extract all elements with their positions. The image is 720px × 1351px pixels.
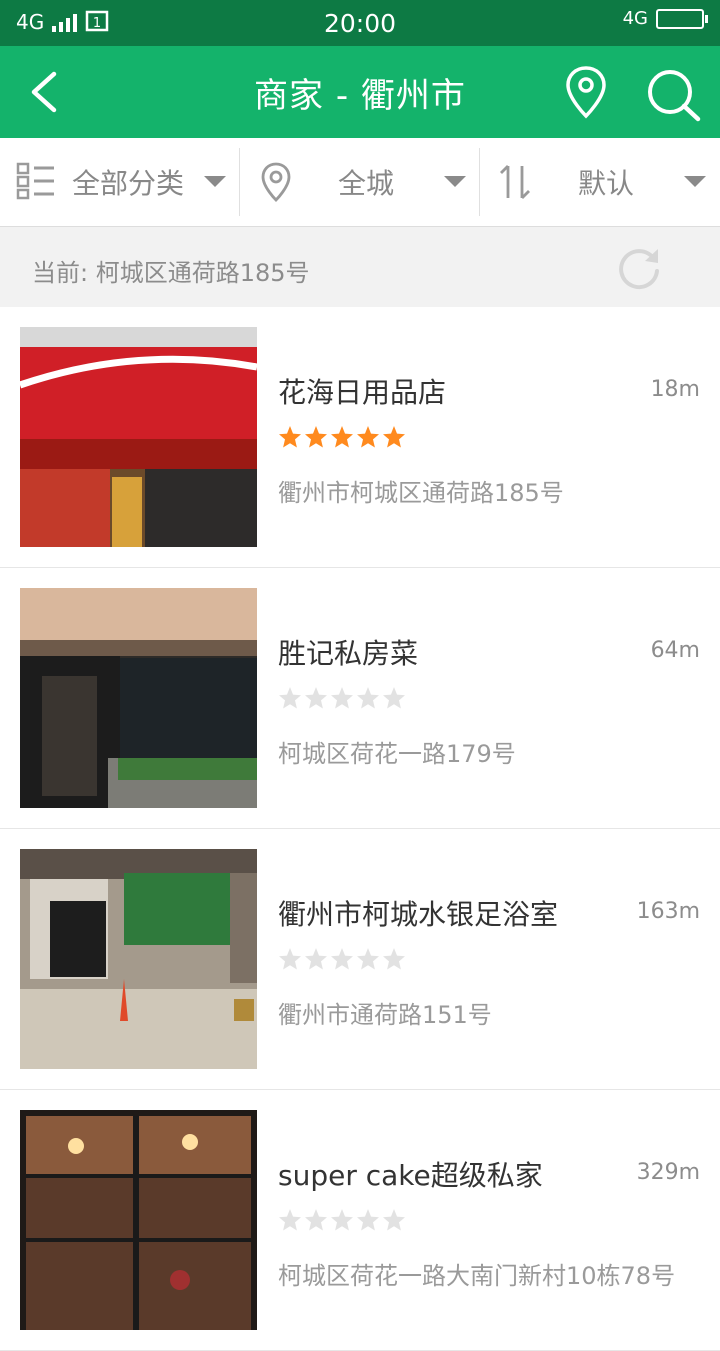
star-filled-icon (305, 426, 327, 448)
star-filled-icon (383, 426, 405, 448)
store-address: 衢州市柯城区通荷路185号 (278, 479, 564, 507)
clock: 20:00 (323, 9, 397, 38)
store-photo (20, 849, 257, 1069)
star-empty-icon (279, 948, 301, 970)
star-empty-icon (383, 948, 405, 970)
rating-stars (278, 1208, 406, 1232)
search-icon[interactable] (644, 66, 702, 122)
star-empty-icon (357, 687, 379, 709)
star-empty-icon (357, 1209, 379, 1231)
rating-stars (278, 686, 406, 710)
location-pin-icon (261, 162, 291, 202)
star-empty-icon (279, 687, 301, 709)
category-filter-label: 全部分类 (72, 167, 185, 200)
store-list-item[interactable]: 衢州市柯城水银足浴室 163m 衢州市通荷路151号 (0, 829, 720, 1090)
sort-filter-label: 默认 (578, 167, 635, 200)
star-empty-icon (331, 948, 353, 970)
category-filter[interactable]: 全部分类 (0, 138, 239, 226)
star-filled-icon (279, 426, 301, 448)
star-empty-icon (305, 948, 327, 970)
store-list-item[interactable]: super cake超级私家 329m 柯城区荷花一路大南门新村10栋78号 (0, 1090, 720, 1351)
star-empty-icon (331, 687, 353, 709)
star-empty-icon (279, 1209, 301, 1231)
store-distance: 163m (636, 899, 700, 924)
store-name: super cake超级私家 (278, 1159, 543, 1192)
current-location-bar: 当前: 柯城区通荷路185号 (0, 227, 720, 307)
store-distance: 18m (650, 377, 700, 402)
battery-icon (656, 8, 708, 29)
store-address: 柯城区荷花一路179号 (278, 740, 516, 768)
store-name: 衢州市柯城水银足浴室 (278, 898, 559, 931)
store-address: 柯城区荷花一路大南门新村10栋78号 (278, 1262, 676, 1290)
app-bar: 商家 - 衢州市 (0, 46, 720, 138)
location-pin-icon[interactable] (562, 64, 610, 120)
star-empty-icon (305, 687, 327, 709)
star-empty-icon (331, 1209, 353, 1231)
star-empty-icon (383, 1209, 405, 1231)
store-distance: 64m (650, 638, 700, 663)
refresh-icon[interactable] (614, 243, 664, 293)
sort-filter[interactable]: 默认 (480, 138, 720, 226)
chevron-down-icon (684, 176, 706, 187)
rating-stars (278, 425, 406, 449)
chevron-down-icon (204, 176, 226, 187)
store-list: 花海日用品店 18m 衢州市柯城区通荷路185号 胜记私房菜 64m 柯城区荷花… (0, 307, 720, 1351)
store-photo (20, 1110, 257, 1330)
star-filled-icon (331, 426, 353, 448)
store-name: 花海日用品店 (278, 376, 447, 409)
store-list-item[interactable]: 花海日用品店 18m 衢州市柯城区通荷路185号 (0, 307, 720, 568)
store-photo (20, 588, 257, 808)
sort-icon (500, 165, 530, 199)
rating-stars (278, 947, 406, 971)
status-bar: 4G 1 20:00 4G (0, 0, 720, 46)
area-filter[interactable]: 全城 (240, 138, 479, 226)
star-filled-icon (357, 426, 379, 448)
area-filter-label: 全城 (338, 167, 395, 200)
store-list-item[interactable]: 胜记私房菜 64m 柯城区荷花一路179号 (0, 568, 720, 829)
chevron-down-icon (444, 176, 466, 187)
network-type-right: 4G (622, 8, 648, 29)
current-location-text: 当前: 柯城区通荷路185号 (32, 259, 310, 287)
store-distance: 329m (636, 1160, 700, 1185)
filter-bar: 全部分类 全城 默认 (0, 138, 720, 227)
category-list-icon (16, 162, 54, 200)
store-photo (20, 327, 257, 547)
store-address: 衢州市通荷路151号 (278, 1001, 492, 1029)
star-empty-icon (357, 948, 379, 970)
star-empty-icon (305, 1209, 327, 1231)
store-name: 胜记私房菜 (278, 637, 419, 670)
page-title: 商家 - 衢州市 (254, 76, 466, 116)
star-empty-icon (383, 687, 405, 709)
